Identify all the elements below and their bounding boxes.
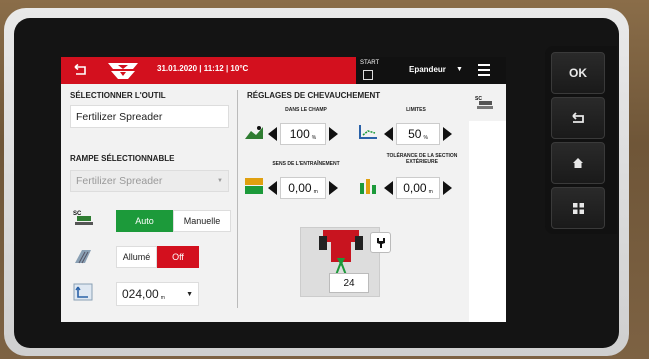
drive-direction-icon	[245, 178, 263, 194]
right-side-panel	[469, 121, 506, 322]
tolerance-value-box[interactable]: 0,00 m	[396, 177, 440, 199]
limits-caption: LIMITES	[406, 107, 426, 113]
tolerance-value: 0,00	[403, 181, 427, 195]
hardware-button-panel: OK	[545, 46, 617, 234]
off-option[interactable]: Off	[157, 246, 199, 268]
chevron-down-icon: ▼	[217, 178, 223, 184]
boundary-overlap-icon	[359, 125, 377, 139]
apps-hardware-button[interactable]	[551, 187, 605, 229]
wrench-icon	[376, 237, 385, 248]
return-icon	[572, 112, 584, 123]
limits-stepper: 50 %	[384, 123, 452, 145]
decrease-drive-button[interactable]	[268, 181, 277, 195]
drive-unit: m	[313, 189, 318, 195]
limits-value-box[interactable]: 50 %	[396, 123, 440, 145]
brand-logo-icon	[108, 63, 138, 79]
back-hardware-button[interactable]	[551, 97, 605, 139]
back-button[interactable]	[67, 62, 93, 79]
tool-select-field[interactable]: Fertilizer Spreader	[70, 105, 229, 128]
distance-icon	[73, 283, 93, 301]
section-control-small-icon: SC	[475, 96, 493, 109]
back-arrow-icon	[74, 63, 86, 75]
limits-unit: %	[423, 135, 428, 141]
section-control-icon: SC	[73, 211, 93, 225]
home-hardware-button[interactable]	[551, 142, 605, 184]
limits-value: 50	[408, 127, 422, 141]
in-field-stepper: 100 %	[268, 123, 338, 145]
ok-hardware-button[interactable]: OK	[551, 52, 605, 94]
distance-value: 024,00	[122, 287, 159, 301]
topbar-right-panel: START Epandeur ▼	[356, 57, 506, 84]
increase-in-field-button[interactable]	[329, 127, 338, 141]
outer-tolerance-stepper: 0,00 m	[384, 177, 452, 199]
drive-value: 0,00	[288, 181, 312, 195]
increase-drive-button[interactable]	[329, 181, 338, 195]
boom-select-field: Fertilizer Spreader ▼	[70, 170, 229, 192]
decrease-in-field-button[interactable]	[268, 127, 277, 141]
outer-section-tolerance-icon	[360, 179, 376, 194]
decrease-limits-button[interactable]	[384, 127, 393, 141]
manual-option[interactable]: Manuelle	[173, 210, 231, 232]
overlap-settings-heading: RÉGLAGES DE CHEVAUCHEMENT	[247, 91, 381, 100]
start-icon[interactable]	[363, 70, 373, 80]
decrease-tolerance-button[interactable]	[384, 181, 393, 195]
auto-option[interactable]: Auto	[116, 210, 173, 232]
on-off-toggle: Allumé Off	[116, 246, 199, 268]
increase-limits-button[interactable]	[443, 127, 452, 141]
drive-value-box[interactable]: 0,00 m	[280, 177, 326, 199]
overlap-field-icon	[75, 250, 91, 264]
tool-heading: SÉLECTIONNER L'OUTIL	[70, 91, 166, 100]
outer-tolerance-caption: TOLÉRANCE DE LA SECTION EXTÉRIEURE	[386, 153, 458, 165]
tolerance-unit: m	[428, 189, 433, 195]
in-field-value-box[interactable]: 100 %	[280, 123, 326, 145]
display-screen: 31.01.2020 | 11:12 | 10°C START Epandeur…	[61, 57, 506, 322]
home-icon	[573, 158, 583, 168]
chevron-down-icon[interactable]: ▼	[186, 291, 193, 298]
date-time-temperature: 31.01.2020 | 11:12 | 10°C	[157, 64, 249, 73]
start-label: START	[360, 60, 380, 66]
settings-wrench-button[interactable]	[370, 232, 391, 253]
hamburger-menu-icon[interactable]	[478, 64, 490, 76]
grid-icon	[572, 202, 584, 214]
drive-direction-caption: SENS DE L'ENTRAÎNEMENT	[272, 161, 340, 167]
auto-manual-toggle: Auto Manuelle	[116, 210, 231, 232]
field-overlap-icon	[245, 126, 263, 139]
ok-label: OK	[569, 66, 587, 80]
section-counter: 24	[329, 273, 369, 293]
in-field-value: 100	[289, 127, 310, 141]
on-option[interactable]: Allumé	[116, 246, 157, 268]
distance-unit: m	[160, 295, 165, 301]
in-field-unit: %	[311, 135, 317, 141]
column-divider	[237, 90, 238, 308]
chevron-down-icon[interactable]: ▼	[456, 66, 463, 73]
increase-tolerance-button[interactable]	[443, 181, 452, 195]
mode-selector[interactable]: Epandeur	[409, 65, 446, 74]
in-field-caption: DANS LE CHAMP	[285, 107, 327, 113]
boom-heading: RAMPE SÉLECTIONNABLE	[70, 154, 175, 163]
top-bar: 31.01.2020 | 11:12 | 10°C START Epandeur…	[61, 57, 506, 84]
drive-direction-stepper: 0,00 m	[268, 177, 338, 199]
boom-select-value: Fertilizer Spreader	[76, 175, 163, 187]
distance-input[interactable]: 024,00 m ▼	[116, 282, 199, 306]
